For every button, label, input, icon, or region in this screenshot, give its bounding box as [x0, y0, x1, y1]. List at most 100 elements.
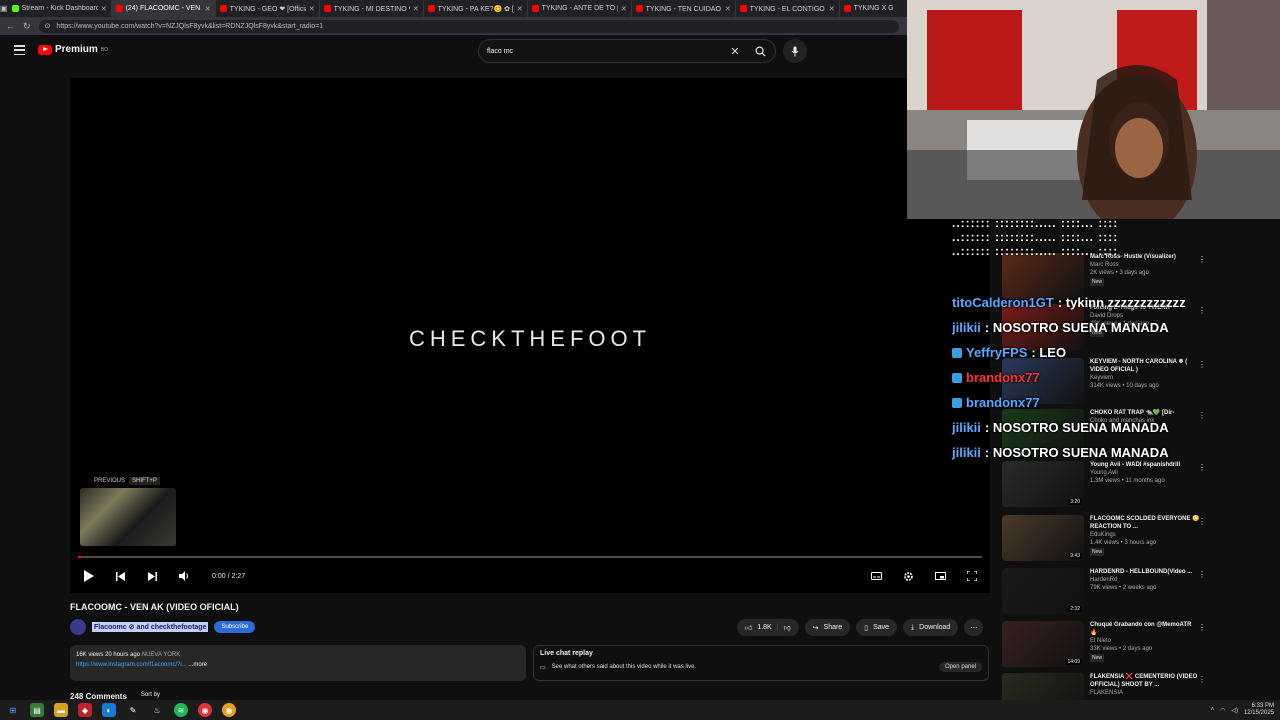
tab-favicon-icon	[635, 5, 643, 12]
more-actions-button[interactable]: ⋯	[964, 619, 984, 636]
edge-icon[interactable]: ◐	[102, 703, 116, 717]
tab-close-icon[interactable]: ✕	[309, 5, 315, 13]
chrome-icon[interactable]: ◉	[198, 703, 212, 717]
search-box[interactable]: flaco mc ✕	[478, 39, 776, 63]
browser-tab[interactable]: TYKING - ANTE DE TO [Offi✕	[528, 0, 632, 17]
previous-button[interactable]	[110, 566, 130, 586]
recommendation-thumbnail[interactable]: 9:43	[1002, 515, 1084, 561]
tab-close-icon[interactable]: ✕	[413, 5, 419, 13]
tab-actions-icon[interactable]: ▣	[0, 0, 8, 17]
search-input[interactable]: flaco mc	[487, 48, 725, 55]
play-button[interactable]	[78, 566, 98, 586]
app-icon[interactable]: ◆	[78, 703, 92, 717]
recommendation-item[interactable]: 9:43 FLACOOMC SCOLDED EVERYONE 😳 REACTION…	[1002, 515, 1206, 561]
browser-tab[interactable]: Stream - Kick Dashboard ✕	[8, 0, 112, 17]
recommendation-item[interactable]: 14:09 Chuqué Grabando con @MemoATR 🔥 El Ni…	[1002, 621, 1206, 667]
address-bar[interactable]: ⊙ https://www.youtube.com/watch?v=NZJQls…	[38, 19, 899, 33]
volume-icon	[178, 571, 188, 581]
more-options-icon[interactable]: ⋮	[1198, 623, 1206, 632]
open-panel-button[interactable]: Open panel	[938, 662, 982, 672]
stream-chat-overlay: titoCalderon1GT: tykinn zzzzzzzzzzzz jili…	[952, 290, 1212, 465]
browser-tab[interactable]: TYKING X G✕	[840, 0, 910, 17]
subtitles-button[interactable]	[866, 566, 886, 586]
search-button[interactable]	[745, 40, 775, 62]
terminal-icon[interactable]: ▤	[30, 703, 44, 717]
browser-tab-bar: ▣ Stream - Kick Dashboard ✕ (24) FLACOOMC …	[0, 0, 910, 17]
volume-button[interactable]	[174, 566, 194, 586]
play-icon	[83, 570, 94, 582]
spotify-icon[interactable]: ≋	[174, 703, 188, 717]
channel-avatar[interactable]	[70, 619, 86, 635]
clear-search-icon[interactable]: ✕	[725, 45, 745, 58]
more-options-icon[interactable]: ⋮	[1198, 517, 1206, 526]
channel-names[interactable]: Flacoomc ⊘ and checkthefootage	[92, 622, 209, 632]
browser-tab[interactable]: TYKING - EL CONTIGO ❤🔥✕	[736, 0, 840, 17]
recommendation-thumbnail[interactable]: 3:20	[1002, 461, 1084, 507]
browser-tab[interactable]: TYKING - MI DESTINO ❤ [O✕	[320, 0, 424, 17]
wifi-icon[interactable]: ◠	[1220, 707, 1225, 714]
recommendation-item[interactable]: 2:32 HARDENRD - HELLBOUND(Video ... Harden…	[1002, 568, 1206, 614]
time-display: 0:00 / 2:27	[212, 572, 246, 580]
recommendation-title: HARDENRD - HELLBOUND(Video ...	[1090, 569, 1193, 575]
chevron-up-icon[interactable]: ˄	[1211, 707, 1215, 713]
chat-text: : NOSOTRO SUENA MANADA	[984, 320, 1169, 335]
miniplayer-button[interactable]	[930, 566, 950, 586]
more-options-icon[interactable]: ⋮	[1198, 675, 1206, 684]
speaker-icon[interactable]: ◁)	[1231, 707, 1238, 714]
tab-close-icon[interactable]: ✕	[205, 5, 211, 13]
reload-icon[interactable]: ↻	[23, 21, 31, 32]
back-icon[interactable]: ←	[6, 21, 15, 31]
description-link[interactable]: https://www.instagram.com/f1acoomc/?i...	[76, 662, 187, 668]
like-button[interactable]: 👍︎ 1.8K | 👎︎	[737, 619, 799, 636]
recommendation-thumbnail[interactable]: 14:09	[1002, 621, 1084, 667]
tab-close-icon[interactable]: ✕	[829, 5, 835, 13]
recommendation-item[interactable]: 3:20 Young Avii - WADI #spanishdrill Young…	[1002, 461, 1206, 507]
tab-favicon-icon	[115, 5, 123, 12]
description-box[interactable]: 16K views 20 hours ago NUEVA YORK https:…	[70, 645, 526, 681]
recommendation-thumbnail[interactable]: 2:32	[1002, 568, 1084, 614]
browser-tab[interactable]: TYKING - PA KE?😊 ✿ [ Off✕	[424, 0, 528, 17]
tab-close-icon[interactable]: ✕	[725, 5, 731, 13]
fullscreen-button[interactable]	[962, 566, 982, 586]
video-player[interactable]: CHECKTHEFOOT PREVIOUS SHIFT+P 0:00 / 2:27	[70, 78, 990, 593]
skip-next-icon	[147, 571, 157, 581]
menu-icon[interactable]	[14, 45, 25, 55]
youtube-logo[interactable]: Premium BO	[38, 44, 108, 55]
settings-button[interactable]	[898, 566, 918, 586]
share-icon: ↪	[812, 624, 819, 632]
voice-search-button[interactable]	[783, 39, 807, 63]
tab-title: TYKING X G	[853, 5, 894, 12]
share-button[interactable]: ↪ Share	[804, 619, 851, 636]
save-button[interactable]: ▯ Save	[856, 619, 898, 636]
browser-tab[interactable]: TYKING - GEO ❤ [Official Vi✕	[216, 0, 320, 17]
browser-tab[interactable]: TYKING - TEN CUIDAO PT2 🔥✕	[632, 0, 736, 17]
next-button[interactable]	[142, 566, 162, 586]
more-options-icon[interactable]: ⋮	[1198, 570, 1206, 579]
tab-close-icon[interactable]: ✕	[517, 5, 523, 13]
recommendation-info: HARDENRD - HELLBOUND(Video ... HardenRd 79…	[1090, 568, 1200, 614]
recommendation-info: Chuqué Grabando con @MemoATR 🔥 El Nieto 33…	[1090, 621, 1200, 667]
recommendation-title: FLACOOMC SCOLDED EVERYONE 😳 REACTION TO …	[1090, 516, 1200, 530]
tab-close-icon[interactable]: ✕	[621, 5, 627, 13]
pen-icon[interactable]: ✎	[126, 703, 140, 717]
progress-bar[interactable]	[78, 556, 982, 558]
logo-text: Premium	[55, 44, 98, 55]
chat-message: YeffryFPS: LEO	[952, 340, 1212, 365]
new-badge: New	[1090, 278, 1105, 286]
subscribe-button[interactable]: Subscribe	[214, 621, 256, 633]
steam-icon[interactable]: ♨	[150, 703, 164, 717]
recommendation-title: FLAKENSIA ❌ CEMENTERIO (VIDEO OFFICIAL) …	[1090, 674, 1198, 688]
live-chat-text: See what others said about this video wh…	[551, 664, 697, 670]
chat-message: jilikii: NOSOTRO SUENA MANADA	[952, 440, 1212, 465]
browser-tab[interactable]: (24) FLACOOMC - VEN AK✕	[111, 0, 216, 17]
browser-icon[interactable]: ◉	[222, 703, 236, 717]
more-link[interactable]: ...more	[188, 662, 207, 668]
folder-icon[interactable]: ▬	[54, 703, 68, 717]
start-icon[interactable]: ⊞	[6, 703, 20, 717]
download-button[interactable]: ⤓ Download	[903, 619, 959, 636]
tab-close-icon[interactable]: ✕	[101, 5, 107, 13]
clock[interactable]: 6:33 PM 12/15/2025	[1244, 703, 1274, 717]
previous-label: PREVIOUS SHIFT+P	[94, 477, 176, 485]
site-info-icon[interactable]: ⊙	[45, 22, 51, 30]
thumbs-down-icon[interactable]: 👎︎	[784, 623, 791, 632]
